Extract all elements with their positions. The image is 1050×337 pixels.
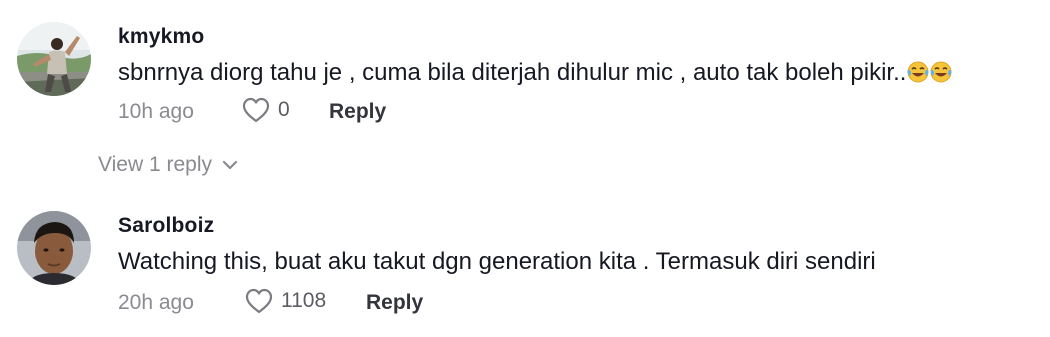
comment-text: Watching this, buat aku takut dgn genera… [118,248,876,275]
comment-text-content: sbnrnya diorg tahu je , cuma bila diterj… [118,59,907,86]
user-photo-avatar [17,22,91,96]
like-count: 0 [278,98,290,121]
comment-item: kmykmo sbnrnya diorg tahu je , cuma bila… [0,0,1050,150]
user-photo-avatar [17,211,91,285]
comment-section: kmykmo sbnrnya diorg tahu je , cuma bila… [0,0,1050,337]
like-button[interactable]: 0 [242,97,290,123]
username[interactable]: kmykmo [118,25,204,49]
like-button[interactable]: 1108 [245,288,326,314]
comment-text: sbnrnya diorg tahu je , cuma bila diterj… [118,59,952,87]
avatar[interactable] [17,211,91,285]
heart-icon [242,97,270,123]
face-with-tears-of-joy-icon [907,61,929,83]
face-with-tears-of-joy-icon [930,61,952,83]
username[interactable]: Sarolboiz [118,214,214,238]
comment-timestamp: 10h ago [118,100,194,123]
heart-icon [245,288,273,314]
view-replies-button[interactable]: View 1 reply [98,153,238,177]
reply-button[interactable]: Reply [329,100,386,124]
avatar[interactable] [17,22,91,96]
comment-item: Sarolboiz Watching this, buat aku takut … [0,190,1050,337]
chevron-down-icon [222,160,238,170]
comment-timestamp: 20h ago [118,291,194,314]
view-replies-label: View 1 reply [98,153,213,176]
reply-button[interactable]: Reply [366,291,423,315]
like-count: 1108 [281,289,327,312]
